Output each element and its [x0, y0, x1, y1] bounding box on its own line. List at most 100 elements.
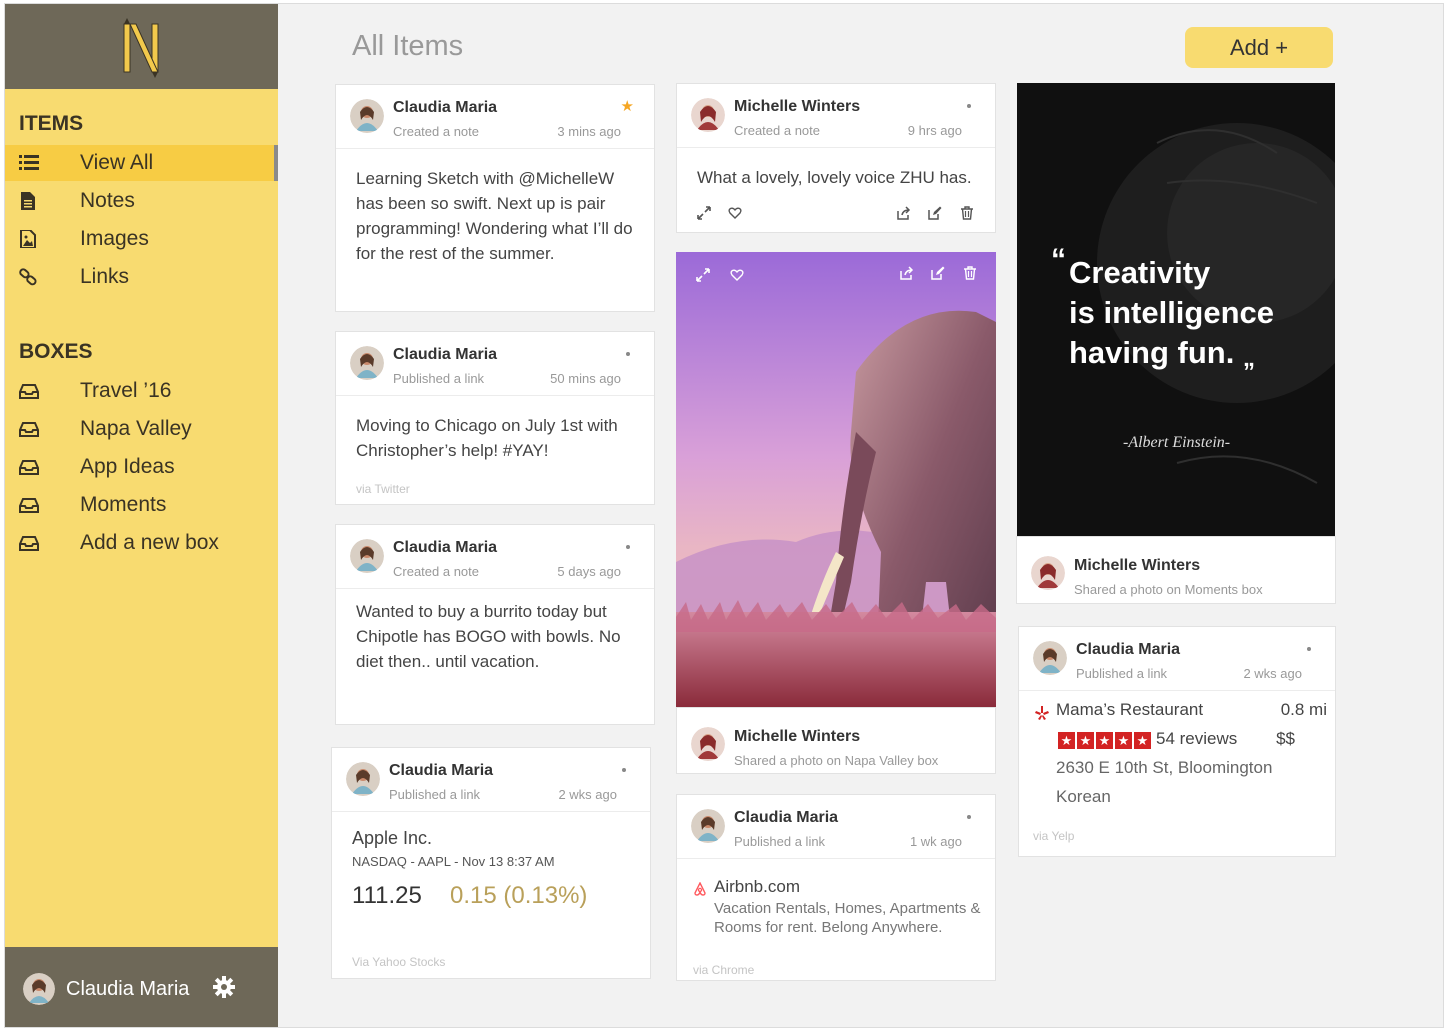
- edit-icon[interactable]: [931, 266, 945, 280]
- place-name[interactable]: Mama’s Restaurant: [1056, 700, 1203, 720]
- items-section-header: ITEMS: [19, 112, 84, 135]
- avatar[interactable]: [691, 809, 725, 843]
- trash-icon[interactable]: [963, 266, 977, 280]
- review-count: 54 reviews: [1156, 729, 1238, 748]
- avatar[interactable]: [350, 539, 384, 573]
- inbox-icon: [19, 498, 39, 513]
- share-icon[interactable]: [900, 266, 914, 280]
- card-action: Created a note: [393, 124, 480, 139]
- author-name[interactable]: Michelle Winters: [734, 728, 860, 746]
- author-name[interactable]: Claudia Maria: [393, 99, 497, 117]
- photo-card[interactable]: [676, 252, 996, 707]
- card-header: Claudia Maria Published a link 50 mins a…: [336, 332, 654, 396]
- yelp-link-card[interactable]: Claudia Maria Published a link 2 wks ago…: [1018, 626, 1336, 857]
- avatar[interactable]: [691, 98, 725, 132]
- more-menu-icon[interactable]: [622, 768, 626, 772]
- user-name[interactable]: Claudia Maria: [66, 978, 189, 1001]
- heart-icon[interactable]: [730, 268, 744, 282]
- note-card[interactable]: Michelle Winters Created a note 9 hrs ag…: [676, 83, 996, 233]
- inbox-icon: [19, 384, 39, 399]
- card-timestamp: 5 days ago: [557, 564, 621, 579]
- page-title: All Items: [352, 30, 464, 62]
- sidebar-box-label: Travel ’16: [80, 379, 172, 402]
- more-menu-icon[interactable]: [967, 104, 971, 108]
- avatar[interactable]: [1033, 641, 1067, 675]
- card-action: Shared a photo on Moments box: [1074, 582, 1263, 597]
- stock-name: Apple Inc.: [352, 828, 433, 848]
- image-icon: [20, 230, 36, 248]
- source-label[interactable]: via Chrome: [693, 963, 754, 977]
- avatar[interactable]: [1031, 556, 1065, 590]
- sidebar-item-view-all[interactable]: View All: [5, 145, 278, 181]
- sidebar-item-label: Notes: [80, 189, 135, 212]
- quote-line-3: having fun.: [1069, 335, 1235, 370]
- inbox-icon: [19, 536, 39, 551]
- inbox-icon: [19, 422, 39, 437]
- author-name[interactable]: Claudia Maria: [393, 346, 497, 364]
- expand-icon[interactable]: [697, 206, 711, 220]
- sidebar-box-app-ideas[interactable]: App Ideas: [5, 449, 278, 485]
- sidebar-item-links[interactable]: Links: [5, 259, 278, 295]
- link-title[interactable]: Airbnb.com: [714, 877, 800, 897]
- quote-line-1: Creativity: [1069, 255, 1211, 290]
- expand-icon[interactable]: [696, 268, 710, 282]
- author-name[interactable]: Michelle Winters: [734, 98, 860, 116]
- heart-icon[interactable]: [728, 206, 742, 220]
- card-action: Published a link: [734, 834, 826, 849]
- note-text: Wanted to buy a burrito today but Chipot…: [356, 602, 621, 671]
- more-menu-icon[interactable]: [626, 545, 630, 549]
- avatar[interactable]: [346, 762, 380, 796]
- yelp-icon: [1035, 706, 1049, 720]
- star-icon[interactable]: ★: [621, 97, 634, 115]
- author-name[interactable]: Claudia Maria: [389, 762, 493, 780]
- link-card[interactable]: Claudia Maria Published a link 1 wk ago …: [676, 794, 996, 981]
- avatar[interactable]: [350, 99, 384, 133]
- gear-icon[interactable]: [213, 976, 235, 998]
- author-name[interactable]: Claudia Maria: [393, 539, 497, 557]
- source-label[interactable]: Via Yahoo Stocks: [352, 955, 445, 969]
- card-action: Created a note: [734, 123, 821, 138]
- source-label[interactable]: via Yelp: [1033, 829, 1074, 843]
- trash-icon[interactable]: [960, 206, 974, 220]
- stock-ticker-info: NASDAQ - AAPL - Nov 13 8:37 AM: [352, 854, 555, 869]
- source-label[interactable]: via Twitter: [356, 482, 410, 496]
- stock-card[interactable]: Claudia Maria Published a link 2 wks ago…: [331, 747, 651, 979]
- share-icon[interactable]: [897, 206, 911, 220]
- author-name[interactable]: Michelle Winters: [1074, 557, 1200, 575]
- note-card[interactable]: Claudia Maria Created a note 5 days ago …: [335, 524, 655, 725]
- card-timestamp: 2 wks ago: [558, 787, 617, 802]
- quote-photo-card[interactable]: “ Creativity is intelligence having fun.…: [1017, 83, 1335, 536]
- sidebar-add-new-box[interactable]: Add a new box: [5, 525, 278, 561]
- sidebar-box-moments[interactable]: Moments: [5, 487, 278, 523]
- add-button[interactable]: Add +: [1185, 27, 1333, 68]
- document-icon: [21, 192, 35, 210]
- author-name[interactable]: Claudia Maria: [1076, 641, 1180, 659]
- avatar[interactable]: [350, 346, 384, 380]
- author-name[interactable]: Claudia Maria: [734, 809, 838, 827]
- sidebar-item-label: Links: [80, 265, 130, 288]
- more-menu-icon[interactable]: [967, 815, 971, 819]
- avatar[interactable]: [691, 727, 725, 761]
- card-header: Claudia Maria Created a note 5 days ago: [336, 525, 654, 589]
- note-card[interactable]: Claudia Maria Created a note 3 mins ago …: [335, 84, 655, 312]
- stock-change: 0.15 (0.13%): [450, 882, 588, 909]
- link-card[interactable]: Claudia Maria Published a link 50 mins a…: [335, 331, 655, 505]
- quote-line-2: is intelligence: [1069, 295, 1275, 330]
- card-timestamp: 2 wks ago: [1243, 666, 1302, 681]
- user-avatar[interactable]: [23, 973, 55, 1005]
- sidebar-box-travel-16[interactable]: Travel ’16: [5, 373, 278, 409]
- more-menu-icon[interactable]: [1307, 647, 1311, 651]
- stock-price: 111.25: [352, 882, 422, 909]
- elephant-photo[interactable]: [676, 252, 996, 707]
- sidebar-item-notes[interactable]: Notes: [5, 183, 278, 219]
- sidebar-box-napa-valley[interactable]: Napa Valley: [5, 411, 278, 447]
- more-menu-icon[interactable]: [626, 352, 630, 356]
- star-icon: ★: [1115, 732, 1132, 749]
- sidebar-item-label: Images: [80, 227, 149, 250]
- app-logo[interactable]: [118, 16, 166, 80]
- edit-icon[interactable]: [928, 206, 942, 220]
- card-header: Claudia Maria Published a link 1 wk ago: [677, 795, 995, 859]
- boxes-section-header: BOXES: [19, 340, 93, 363]
- sidebar-item-images[interactable]: Images: [5, 221, 278, 257]
- card-timestamp: 1 wk ago: [909, 834, 962, 849]
